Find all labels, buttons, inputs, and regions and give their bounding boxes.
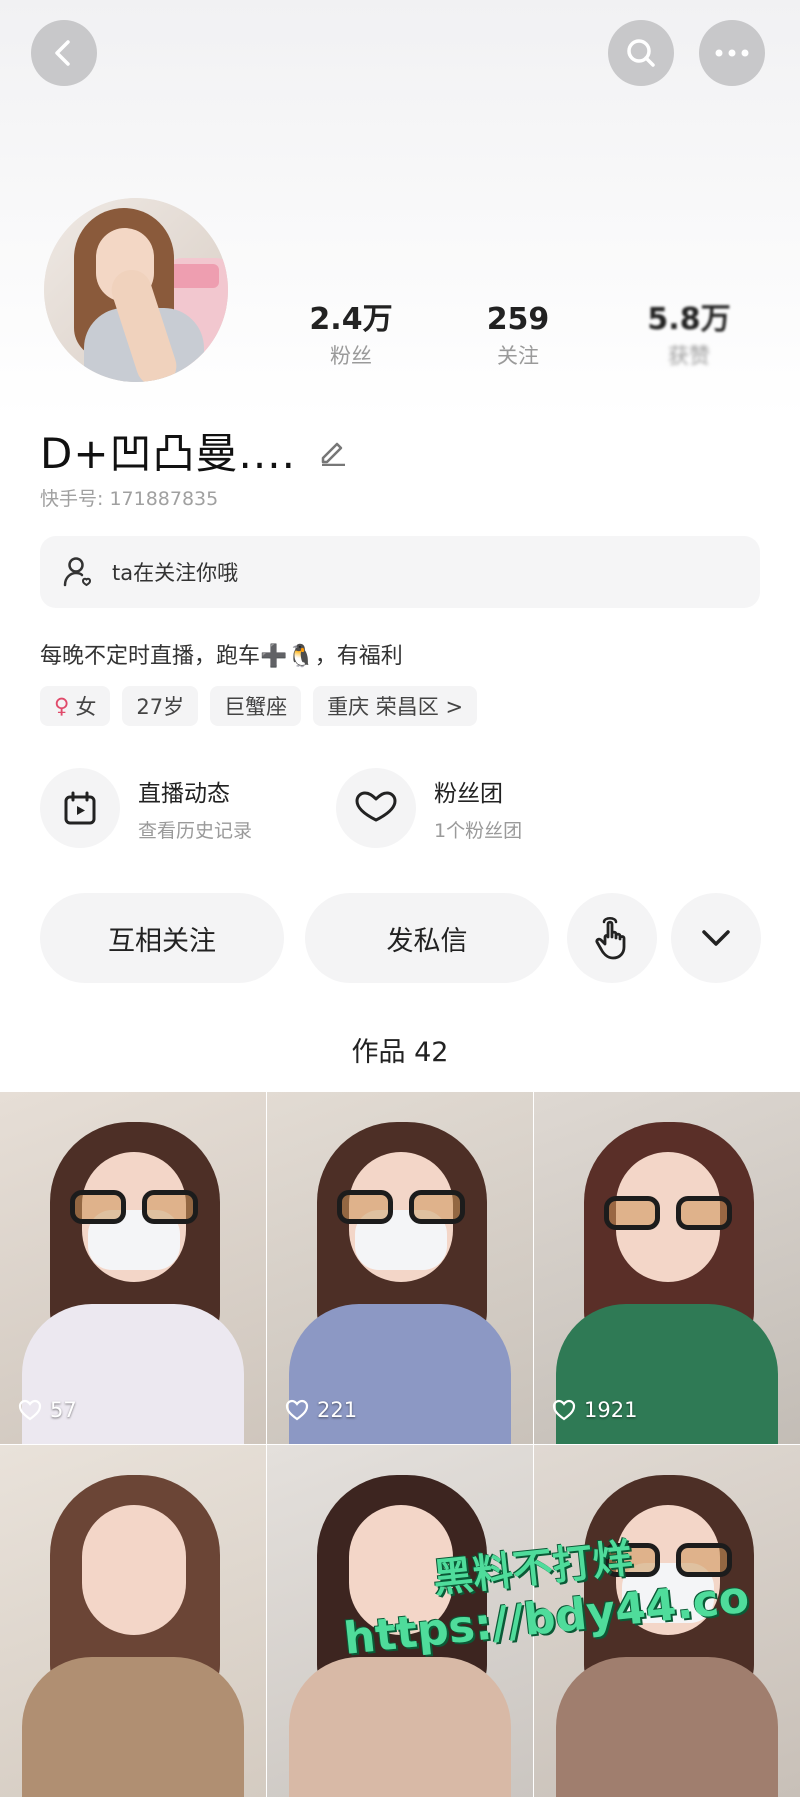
likes-count: 5.8万 xyxy=(647,302,731,337)
fan-title: 粉丝团 xyxy=(434,780,503,807)
profile-name: D+凹凸曼.... xyxy=(40,429,296,478)
user-follow-icon xyxy=(63,557,92,587)
likes-value: 1921 xyxy=(584,1398,638,1422)
calendar-icon-wrap xyxy=(40,768,120,848)
location-tag[interactable]: 重庆 荣昌区 > xyxy=(313,686,478,726)
fans-stat[interactable]: 2.4万 粉丝 xyxy=(281,302,421,370)
likes-label: 获赞 xyxy=(668,344,710,368)
work-thumbnail[interactable] xyxy=(0,1445,266,1797)
gender-tag: ♀ 女 xyxy=(40,686,111,726)
work-thumbnail[interactable]: 1921 xyxy=(534,1092,800,1444)
heart-outline-icon xyxy=(18,1399,42,1421)
live-history-entry[interactable]: 直播动态 查看历史记录 xyxy=(40,768,252,848)
gender-label: 女 xyxy=(75,695,97,719)
fan-subtitle: 1个粉丝团 xyxy=(434,819,523,842)
calendar-icon xyxy=(64,791,96,825)
heart-outline-icon xyxy=(285,1399,309,1421)
more-button[interactable] xyxy=(699,20,765,86)
likes-value: 57 xyxy=(50,1398,77,1422)
following-label: 关注 xyxy=(497,344,539,368)
likes-stat[interactable]: 5.8万 获赞 xyxy=(619,302,759,370)
heart-outline-icon xyxy=(552,1399,576,1421)
heart-icon-wrap xyxy=(336,768,416,848)
user-id: 快手号: 171887835 xyxy=(40,488,219,510)
following-stat[interactable]: 259 关注 xyxy=(448,302,588,370)
edit-icon[interactable] xyxy=(318,436,348,466)
female-icon: ♀ xyxy=(54,694,70,718)
profile-tags: ♀ 女 27岁 巨蟹座 重庆 荣昌区 > xyxy=(40,686,478,726)
profile-name-row: D+凹凸曼.... xyxy=(40,420,348,481)
work-thumbnail[interactable]: 57 xyxy=(0,1092,266,1444)
hand-tap-icon xyxy=(595,917,626,960)
search-button[interactable] xyxy=(608,20,674,86)
likes-value: 221 xyxy=(317,1398,358,1422)
back-button[interactable] xyxy=(31,20,97,86)
more-horizontal-icon xyxy=(715,49,749,57)
following-count: 259 xyxy=(486,302,550,337)
works-tab-title[interactable]: 作品 42 xyxy=(0,1030,800,1069)
fan-heart-icon xyxy=(355,791,397,822)
search-icon xyxy=(627,39,655,67)
follow-hint-text: ta在关注你哦 xyxy=(112,561,239,585)
mutual-follow-button[interactable]: 互相关注 xyxy=(40,893,284,983)
work-thumbnail[interactable]: 221 xyxy=(267,1092,533,1444)
send-message-button[interactable]: 发私信 xyxy=(305,893,549,983)
fan-group-entry[interactable]: 粉丝团 1个粉丝团 xyxy=(336,768,522,848)
likes-count-label: 221 xyxy=(285,1398,357,1422)
live-title: 直播动态 xyxy=(138,780,230,807)
expand-button[interactable] xyxy=(671,893,761,983)
age-tag: 27岁 xyxy=(122,686,199,726)
live-subtitle: 查看历史记录 xyxy=(138,819,253,842)
fans-label: 粉丝 xyxy=(330,344,372,368)
avatar[interactable] xyxy=(44,198,228,382)
fans-count: 2.4万 xyxy=(309,302,393,337)
follow-hint-banner[interactable]: ta在关注你哦 xyxy=(40,536,760,608)
likes-count-label: 1921 xyxy=(552,1398,637,1422)
likes-count-label: 57 xyxy=(18,1398,77,1422)
chevron-left-icon xyxy=(55,40,70,66)
zodiac-tag: 巨蟹座 xyxy=(210,686,302,726)
poke-button[interactable] xyxy=(567,893,657,983)
bio: 每晚不定时直播，跑车➕🐧，有福利 xyxy=(40,644,403,669)
chevron-down-icon xyxy=(702,930,730,946)
